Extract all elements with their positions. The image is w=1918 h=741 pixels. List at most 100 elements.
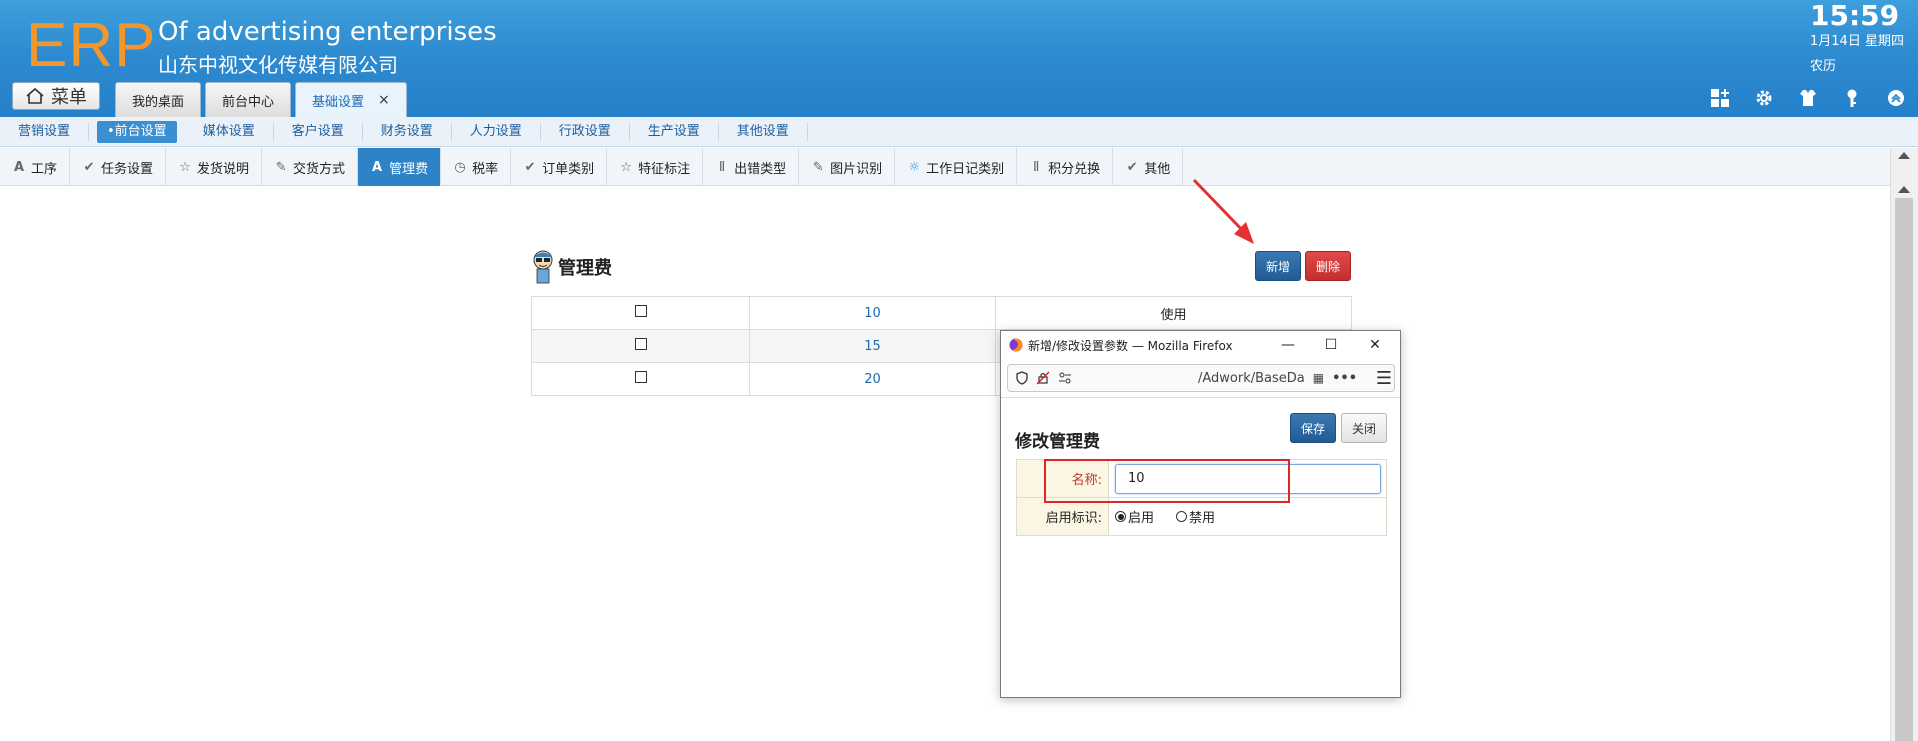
tab-label: 积分兑换 bbox=[1048, 161, 1101, 177]
close-window-icon[interactable]: ✕ bbox=[1365, 335, 1385, 355]
popup-window-title: 新增/修改设置参数 — Mozilla Firefox bbox=[1028, 338, 1233, 353]
address-bar[interactable]: /Adwork/BaseDa ▦ ••• bbox=[1007, 364, 1395, 392]
tab-label: 订单类别 bbox=[542, 161, 595, 177]
tab-label: 前台中心 bbox=[222, 94, 275, 110]
fee-value-cell[interactable]: 15 bbox=[749, 329, 996, 363]
mascot-icon bbox=[533, 250, 553, 284]
page-scrollbar[interactable] bbox=[1890, 148, 1918, 741]
tab-tax-rate[interactable]: ◷ 税率 bbox=[441, 148, 512, 186]
key-icon[interactable] bbox=[1840, 86, 1864, 110]
table-row[interactable]: 10 使用 bbox=[531, 296, 1352, 330]
delete-button[interactable]: 删除 bbox=[1305, 251, 1351, 281]
divider bbox=[1001, 397, 1400, 398]
scroll-up-arrow-icon[interactable] bbox=[1898, 152, 1910, 159]
menu-button-label: 菜单 bbox=[51, 87, 87, 108]
row-checkbox[interactable] bbox=[634, 371, 647, 383]
qr-code-icon[interactable]: ▦ bbox=[1313, 371, 1324, 385]
close-icon[interactable]: × bbox=[378, 92, 390, 108]
tab-base-settings[interactable]: 基础设置 × bbox=[295, 82, 407, 117]
row-checkbox[interactable] bbox=[634, 338, 647, 350]
shirt-icon[interactable] bbox=[1796, 86, 1820, 110]
edit-popup-window: 新增/修改设置参数 — Mozilla Firefox — ☐ ✕ /Adwor… bbox=[1000, 330, 1401, 698]
more-actions-icon[interactable]: ••• bbox=[1332, 371, 1357, 386]
check-icon: ✔ bbox=[1126, 159, 1138, 175]
insecure-lock-icon bbox=[1036, 371, 1050, 385]
tab-label: 工作日记类别 bbox=[926, 161, 1005, 177]
menu-button[interactable]: 菜单 bbox=[12, 82, 100, 110]
tab-label: 图片识别 bbox=[830, 161, 883, 177]
subnav-marketing[interactable]: 营销设置 bbox=[0, 122, 90, 141]
scroll-up-arrow-icon[interactable] bbox=[1898, 186, 1910, 193]
tab-task-settings[interactable]: ✔ 任务设置 bbox=[70, 148, 167, 186]
address-url-text: /Adwork/BaseDa bbox=[1198, 370, 1305, 386]
tab-delivery-method[interactable]: ✎ 交货方式 bbox=[262, 148, 359, 186]
tab-label: 其他 bbox=[1144, 161, 1171, 177]
fee-value-cell[interactable]: 20 bbox=[749, 362, 996, 396]
company-name-en: Of advertising enterprises bbox=[158, 17, 497, 47]
tab-feature-marking[interactable]: ☆ 特征标注 bbox=[607, 148, 704, 186]
subnav-finance[interactable]: 财务设置 bbox=[363, 122, 452, 141]
add-widget-icon[interactable] bbox=[1708, 86, 1732, 110]
tab-my-desktop[interactable]: 我的桌面 bbox=[115, 82, 202, 117]
tab-front-center[interactable]: 前台中心 bbox=[205, 82, 292, 117]
pencil-icon: ✎ bbox=[812, 159, 824, 175]
save-button[interactable]: 保存 bbox=[1290, 413, 1336, 443]
tab-label: 发货说明 bbox=[197, 161, 250, 177]
tab-label: 工序 bbox=[31, 161, 58, 177]
radio-disable[interactable]: 禁用 bbox=[1176, 507, 1215, 526]
gear-icon[interactable] bbox=[1752, 86, 1776, 110]
home-icon bbox=[26, 87, 44, 104]
collapse-up-icon[interactable] bbox=[1884, 86, 1908, 110]
page-title: 管理费 bbox=[530, 248, 612, 286]
annotation-arrow-icon bbox=[1192, 178, 1254, 244]
font-icon: A bbox=[372, 159, 383, 175]
tab-shipping-notes[interactable]: ☆ 发货说明 bbox=[166, 148, 263, 186]
tab-image-recognition[interactable]: ✎ 图片识别 bbox=[799, 148, 896, 186]
tab-other[interactable]: ✔ 其他 bbox=[1113, 148, 1184, 186]
tab-points-exchange[interactable]: Ⅱ 积分兑换 bbox=[1017, 148, 1114, 186]
radio-enable[interactable]: 启用 bbox=[1115, 507, 1154, 526]
maximize-icon[interactable]: ☐ bbox=[1321, 335, 1341, 355]
subnav-production[interactable]: 生产设置 bbox=[630, 122, 719, 141]
top-tabs: 我的桌面 前台中心 基础设置 × bbox=[115, 82, 407, 117]
tab-error-type[interactable]: Ⅱ 出错类型 bbox=[703, 148, 800, 186]
tab-label: 出错类型 bbox=[734, 161, 787, 177]
subnav-front[interactable]: •前台设置 bbox=[97, 120, 177, 143]
tab-order-category[interactable]: ✔ 订单类别 bbox=[511, 148, 608, 186]
subnav-other[interactable]: 其他设置 bbox=[719, 122, 808, 141]
tab-label: 税率 bbox=[472, 161, 499, 177]
close-button[interactable]: 关闭 bbox=[1341, 413, 1387, 443]
pause-icon: Ⅱ bbox=[1032, 159, 1040, 175]
firefox-logo-icon bbox=[1009, 338, 1023, 352]
radio-dot[interactable] bbox=[1115, 511, 1126, 522]
pause-icon: Ⅱ bbox=[718, 159, 726, 175]
minimize-icon[interactable]: — bbox=[1278, 335, 1298, 355]
tab-process[interactable]: A 工序 bbox=[0, 148, 71, 186]
pencil-icon: ✎ bbox=[275, 159, 287, 175]
row-select-cell bbox=[531, 329, 750, 363]
lunar-calendar-link[interactable]: 农历 bbox=[1810, 59, 1836, 75]
tab-work-diary-category[interactable]: ☼ 工作日记类别 bbox=[895, 148, 1018, 186]
font-icon: A bbox=[13, 159, 25, 175]
radio-dot[interactable] bbox=[1176, 511, 1188, 522]
annotation-highlight-box bbox=[1044, 459, 1290, 503]
tab-label: 管理费 bbox=[389, 161, 429, 177]
subnav-admin[interactable]: 行政设置 bbox=[541, 122, 630, 141]
row-select-cell bbox=[531, 296, 750, 330]
hamburger-menu-icon[interactable]: ☰ bbox=[1376, 368, 1392, 389]
enable-flag-label: 启用标识: bbox=[1016, 497, 1109, 536]
logo: ERP bbox=[26, 11, 157, 80]
subnav-hr[interactable]: 人力设置 bbox=[452, 122, 541, 141]
subnav-media[interactable]: 媒体设置 bbox=[185, 122, 274, 141]
shield-icon bbox=[1016, 371, 1028, 385]
fee-value-cell[interactable]: 10 bbox=[749, 296, 996, 330]
settings-subnav: 营销设置 •前台设置 媒体设置 客户设置 财务设置 人力设置 行政设置 生产设置… bbox=[0, 117, 1918, 147]
subnav-customer[interactable]: 客户设置 bbox=[274, 122, 363, 141]
row-checkbox[interactable] bbox=[634, 305, 647, 317]
tab-label: 任务设置 bbox=[101, 161, 154, 177]
tab-management-fee[interactable]: A 管理费 bbox=[358, 148, 442, 186]
scroll-thumb[interactable] bbox=[1895, 198, 1913, 741]
add-button[interactable]: 新增 bbox=[1255, 251, 1301, 281]
sun-icon: ☼ bbox=[908, 159, 920, 175]
app-root: ERP Of advertising enterprises 山东中视文化传媒有… bbox=[0, 0, 1918, 741]
